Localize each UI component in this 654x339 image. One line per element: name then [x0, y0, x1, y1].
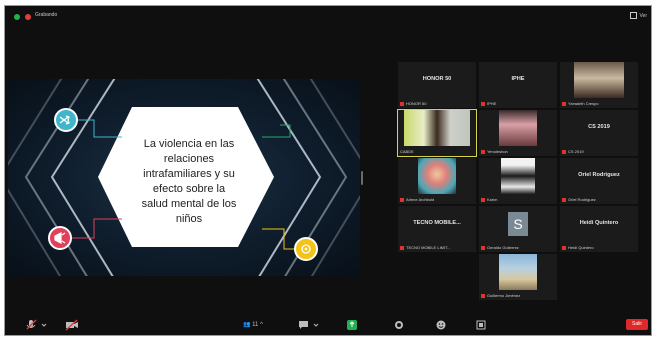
participant-tile[interactable]: Guillermo Jiménez: [479, 254, 557, 300]
participants-count: 11: [252, 322, 259, 328]
participant-video: [499, 110, 537, 146]
participant-label: Oriel Rodriguez: [568, 197, 596, 202]
participant-tile[interactable]: Heidi Quintero Heidi Quintero: [560, 206, 638, 252]
mic-muted-icon: [400, 101, 404, 106]
participant-label: Heidi Quintero: [568, 245, 594, 250]
top-bar: Grabando Ver: [5, 6, 651, 28]
participant-label: CS 2019: [568, 149, 584, 154]
shuffle-icon: [54, 108, 78, 132]
participant-label: IPHE: [487, 101, 497, 106]
participants-icon: 👥: [243, 322, 251, 328]
participant-video: [404, 110, 470, 146]
participant-tile[interactable]: S Geraldo Gutierrez: [479, 206, 557, 252]
participant-name: Heidi Quintero: [579, 220, 619, 226]
apps-button[interactable]: [475, 319, 487, 331]
participant-tile[interactable]: Yenoleshon: [479, 110, 557, 156]
participant-avatar-image: [501, 158, 535, 194]
mic-muted-icon: [400, 245, 404, 250]
participant-label: Guillermo Jiménez: [487, 293, 521, 298]
slide-title-line: efecto sobre la: [152, 183, 226, 195]
shared-screen-slide: La violencia en las relaciones intrafami…: [8, 79, 360, 276]
slide-title-line: La violencia en las: [143, 138, 235, 150]
participant-tile[interactable]: Karim: [479, 158, 557, 204]
participant-tile-active-speaker[interactable]: CABDE: [397, 109, 477, 157]
participant-tile[interactable]: HONOR 50 HONOR 50: [398, 62, 476, 108]
participant-tile[interactable]: TECNO MOBILE... TECNO MOBILE LIMIT...: [398, 206, 476, 252]
participant-tile[interactable]: CS 2019 CS 2019: [560, 110, 638, 156]
mic-muted-icon: [481, 149, 485, 154]
participant-tile[interactable]: Oriel Rodriguez Oriel Rodriguez: [560, 158, 638, 204]
participant-label: Geraldo Gutierrez: [487, 245, 519, 250]
participants-button[interactable]: 👥 11 ^: [243, 319, 263, 331]
participant-tile[interactable]: IPHE IPHE: [479, 62, 557, 108]
view-label: Ver: [639, 12, 647, 19]
reactions-button[interactable]: [435, 319, 447, 331]
participant-video: [574, 62, 624, 98]
slide-title-line: relaciones: [163, 153, 215, 165]
target-icon: [294, 237, 318, 261]
chevron-up-icon: ^: [260, 322, 263, 328]
participant-label: Yamaleth Crespo: [568, 101, 599, 106]
chat-button[interactable]: [297, 319, 323, 331]
participant-label: HONOR 50: [406, 101, 427, 106]
slide-title-line: niños: [175, 213, 203, 225]
record-button[interactable]: [393, 319, 405, 331]
recording-label: Grabando: [35, 12, 58, 18]
participant-label: Karim: [487, 197, 498, 202]
security-shield-icon[interactable]: [14, 14, 20, 20]
participant-label: Arlene Archbold: [406, 197, 435, 202]
participant-label: Yenoleshon: [487, 149, 508, 154]
meeting-toolbar: 👥 11 ^ Salir: [5, 315, 651, 335]
view-button[interactable]: Ver: [630, 12, 647, 19]
mic-muted-icon: [562, 245, 566, 250]
mic-muted-icon: [481, 245, 485, 250]
mic-muted-icon: [562, 149, 566, 154]
unmute-button[interactable]: [25, 319, 51, 331]
mic-muted-icon: [562, 101, 566, 106]
start-video-button[interactable]: [65, 319, 79, 331]
megaphone-icon: [48, 226, 72, 250]
mic-muted-icon: [481, 197, 485, 202]
meeting-window: Grabando Ver La violencia en las relacio…: [4, 5, 652, 336]
participant-name: TECNO MOBILE...: [413, 220, 461, 226]
mic-muted-icon: [400, 197, 404, 202]
share-screen-button[interactable]: [346, 319, 358, 331]
split-drag-handle[interactable]: [361, 171, 363, 185]
participant-avatar-image: [499, 254, 537, 290]
participant-initial-avatar: S: [508, 212, 528, 236]
participant-name: HONOR 50: [422, 76, 452, 82]
participant-name: IPHE: [511, 76, 525, 82]
participant-name: Oriel Rodriguez: [578, 172, 620, 178]
mic-muted-icon: [481, 101, 485, 106]
mic-muted-icon: [481, 293, 485, 298]
mic-muted-icon: [562, 197, 566, 202]
slide-title: La violencia en las relaciones intrafami…: [119, 137, 259, 227]
participant-tile[interactable]: Yamaleth Crespo: [560, 62, 638, 108]
slide-title-line: salud mental de los: [141, 198, 237, 210]
participant-label: TECNO MOBILE LIMIT...: [406, 245, 451, 250]
recording-icon: [25, 14, 31, 20]
slide-title-line: intrafamiliares y su: [143, 168, 235, 180]
leave-button[interactable]: Salir: [626, 319, 648, 330]
participant-tile[interactable]: Arlene Archbold: [398, 158, 476, 204]
participant-avatar-image: [418, 158, 456, 194]
participant-label: CABDE: [400, 149, 414, 154]
participant-name: CS 2019: [588, 124, 610, 130]
grid-view-icon: [630, 12, 638, 19]
